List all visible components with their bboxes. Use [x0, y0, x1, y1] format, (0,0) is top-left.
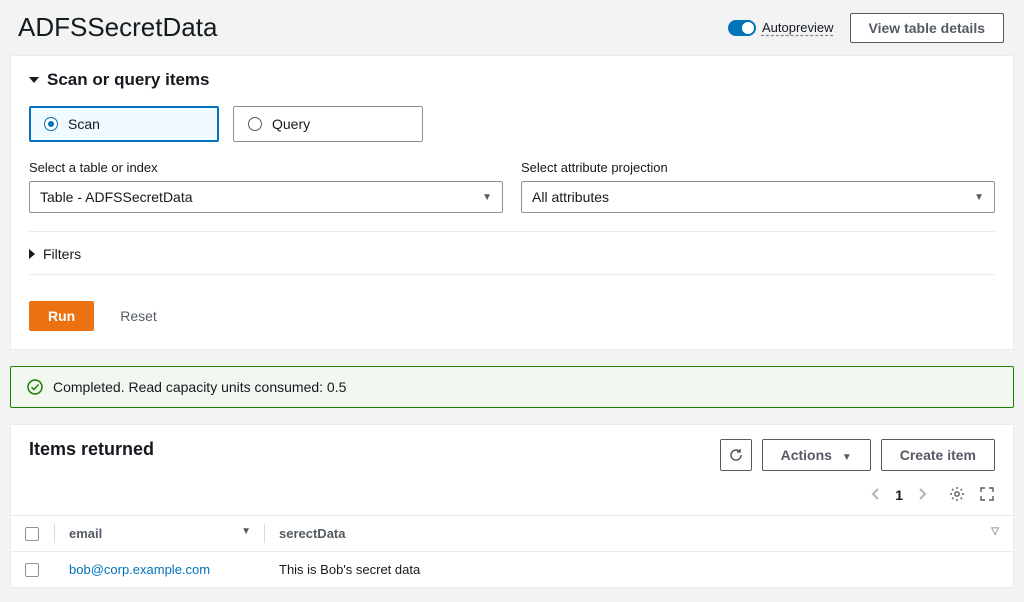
filters-label: Filters: [43, 246, 81, 262]
caret-right-icon: [29, 249, 35, 259]
query-radio[interactable]: Query: [233, 106, 423, 142]
settings-button[interactable]: [949, 486, 965, 505]
flash-message: Completed. Read capacity units consumed:…: [53, 379, 346, 395]
column-secretdata-label: serectData: [279, 526, 346, 541]
table-select-value: Table - ADFSSecretData: [40, 189, 193, 205]
scan-query-title: Scan or query items: [47, 70, 210, 90]
scan-query-panel-header[interactable]: Scan or query items: [11, 56, 1013, 100]
prev-page-button[interactable]: [869, 485, 883, 505]
caret-down-icon: [29, 77, 39, 83]
column-email-label: email: [69, 526, 102, 541]
radio-selected-icon: [44, 117, 58, 131]
column-header-email[interactable]: email ▼: [55, 516, 265, 552]
fullscreen-button[interactable]: [979, 486, 995, 505]
refresh-icon: [728, 447, 744, 463]
filters-expander[interactable]: Filters: [29, 246, 995, 262]
autopreview-toggle[interactable]: [728, 20, 756, 36]
gear-icon: [949, 486, 965, 502]
query-radio-label: Query: [272, 116, 310, 132]
projection-select-value: All attributes: [532, 189, 609, 205]
divider: [29, 274, 995, 275]
divider: [29, 231, 995, 232]
chevron-left-icon: [871, 488, 881, 500]
table-select-label: Select a table or index: [29, 160, 503, 175]
success-check-icon: [27, 379, 43, 395]
scan-radio-label: Scan: [68, 116, 100, 132]
table-select[interactable]: Table - ADFSSecretData ▼: [29, 181, 503, 213]
email-link[interactable]: bob@corp.example.com: [69, 562, 210, 577]
caret-down-icon: ▼: [974, 192, 984, 203]
create-item-button[interactable]: Create item: [881, 439, 995, 471]
expand-icon: [979, 486, 995, 502]
table-row[interactable]: bob@corp.example.com This is Bob's secre…: [11, 552, 1013, 588]
select-all-checkbox[interactable]: [25, 527, 39, 541]
page-title: ADFSSecretData: [18, 12, 217, 43]
reset-button[interactable]: Reset: [120, 308, 157, 324]
actions-label: Actions: [781, 447, 832, 463]
column-settings-icon: ▽: [991, 526, 999, 537]
chevron-right-icon: [917, 488, 927, 500]
actions-dropdown[interactable]: Actions ▼: [762, 439, 871, 471]
row-checkbox[interactable]: [25, 563, 39, 577]
scan-radio[interactable]: Scan: [29, 106, 219, 142]
page-number: 1: [895, 487, 903, 503]
projection-select-label: Select attribute projection: [521, 160, 995, 175]
projection-select[interactable]: All attributes ▼: [521, 181, 995, 213]
run-button[interactable]: Run: [29, 301, 94, 331]
radio-icon: [248, 117, 262, 131]
sort-desc-icon: ▼: [241, 526, 251, 537]
secret-data-value: This is Bob's secret data: [279, 562, 420, 577]
status-flash: Completed. Read capacity units consumed:…: [10, 366, 1014, 408]
autopreview-label: Autopreview: [762, 20, 834, 35]
autopreview-toggle-group[interactable]: Autopreview: [728, 20, 834, 36]
column-header-secretdata[interactable]: serectData ▽: [265, 516, 1013, 552]
caret-down-icon: ▼: [482, 192, 492, 203]
next-page-button[interactable]: [915, 485, 929, 505]
items-returned-title: Items returned: [29, 439, 154, 460]
refresh-button[interactable]: [720, 439, 752, 471]
caret-down-icon: ▼: [842, 452, 852, 463]
view-table-details-button[interactable]: View table details: [850, 13, 1004, 43]
